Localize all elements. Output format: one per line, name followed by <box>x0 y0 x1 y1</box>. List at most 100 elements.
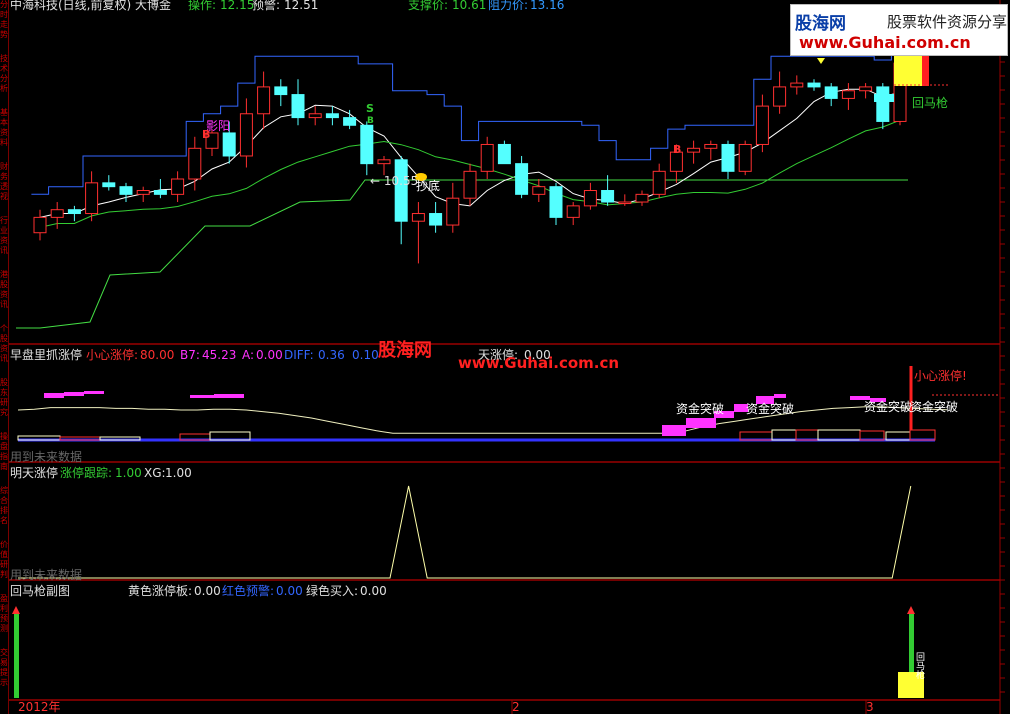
candle-body <box>704 143 718 149</box>
main-price-layer <box>16 40 950 329</box>
panel2-a-value: 0.00 <box>256 348 283 362</box>
candle-body <box>360 124 374 165</box>
candle-body <box>824 86 838 99</box>
annotation-return-spear: 回马枪 <box>912 96 949 110</box>
op-value: 12.15 <box>220 0 255 12</box>
candle-body <box>463 170 477 199</box>
candle-44 <box>790 75 804 95</box>
watermark-logo: 股海网 <box>795 14 846 34</box>
candle-31 <box>566 202 580 226</box>
panel2-layer <box>17 366 1000 442</box>
candle-24 <box>446 182 460 233</box>
panel3-layer <box>18 485 912 579</box>
panel2-white-line <box>17 406 948 434</box>
resist-value: 13.16 <box>530 0 565 12</box>
candle-body <box>136 190 150 195</box>
candle-body <box>33 216 47 234</box>
side-tab-0[interactable]: 分时走势 <box>0 0 8 54</box>
panel3-track-value: 1.00 <box>115 466 142 480</box>
panel4-red-label: 红色预警: <box>222 584 275 598</box>
candle-16 <box>308 106 322 126</box>
resist-label: 阻力价: <box>488 0 529 12</box>
candle-body <box>239 113 253 157</box>
panel2-magenta-block-1 <box>64 392 84 396</box>
side-tab-column[interactable]: 分时走势 技术分析 基本资料 财务透视 行业资讯 港股资讯 个股资讯 股东研究 操盘指南 综合排名… <box>0 0 9 714</box>
candle-32 <box>583 182 597 210</box>
side-tab-1[interactable]: 技术分析 <box>0 54 8 108</box>
down-arrow-icon <box>817 58 825 64</box>
candle-body <box>497 143 511 165</box>
panel3-signal-line <box>18 485 912 579</box>
candle-body <box>171 178 185 195</box>
chart-stage: 分时走势 技术分析 基本资料 财务透视 行业资讯 港股资讯 个股资讯 股东研究 操盘指南 综合排名… <box>0 0 1010 714</box>
annotation-buy-b1: B <box>202 128 211 141</box>
side-tab-7[interactable]: 股东研究 <box>0 378 8 432</box>
candle-47 <box>841 83 855 110</box>
candle-body <box>549 186 563 218</box>
candle-body <box>755 105 769 145</box>
annotation-sell-s2: B <box>367 116 374 126</box>
panel4-red-value: 0.00 <box>276 584 303 598</box>
candle-21 <box>394 155 408 245</box>
candle-body <box>429 213 443 226</box>
candle-body <box>876 86 890 122</box>
candle-body <box>411 213 425 222</box>
watermark-url: www.Guhai.com.cn <box>799 33 971 52</box>
candle-body <box>343 117 357 126</box>
panel2-diff-value: 0.36 <box>318 348 345 362</box>
candle-body <box>377 159 391 165</box>
side-tab-12[interactable]: 交易提示 <box>0 648 8 702</box>
side-tab-11[interactable]: 盈利预测 <box>0 594 8 648</box>
side-tab-8[interactable]: 操盘指南 <box>0 432 8 486</box>
candle-body <box>102 182 116 188</box>
candle-body <box>790 82 804 88</box>
side-tab-3[interactable]: 财务透视 <box>0 162 8 216</box>
side-tab-2[interactable]: 基本资料 <box>0 108 8 162</box>
candle-body <box>601 190 615 203</box>
side-tab-9[interactable]: 综合排名 <box>0 486 8 540</box>
panel4-name: 回马枪副图 <box>10 584 71 598</box>
panel2-diff-label: DIFF: <box>284 348 314 362</box>
candle-body <box>50 209 64 218</box>
side-tab-6[interactable]: 个股资讯 <box>0 324 8 378</box>
candle-body <box>687 147 701 153</box>
candle-body <box>721 143 735 172</box>
panel3-future-note: 用到未来数据 <box>10 568 83 582</box>
candle-12 <box>239 98 253 168</box>
side-tab-5[interactable]: 港股资讯 <box>0 270 8 324</box>
candle-43 <box>773 71 787 114</box>
annotation-fund-break-3: 资金突破 <box>864 400 913 414</box>
candle-39 <box>704 140 718 160</box>
annotation-bottom-fish: 抄底 <box>416 179 441 193</box>
annotation-careful-limit: 小心涨停! <box>914 369 967 383</box>
candle-body <box>446 197 460 226</box>
candle-6 <box>136 186 150 203</box>
candle-body <box>394 159 408 222</box>
candle-2 <box>67 205 81 222</box>
candle-15 <box>291 79 305 126</box>
panel2-magenta-block-5 <box>662 425 686 436</box>
candle-42 <box>755 94 769 153</box>
candle-body <box>274 86 288 96</box>
annotation-low-price: ← 10.55 <box>370 174 419 188</box>
candle-35 <box>635 190 649 206</box>
candle-body <box>67 209 81 215</box>
candle-36 <box>652 163 666 199</box>
support-label: 支撑价: <box>408 0 449 12</box>
side-tab-4[interactable]: 行业资讯 <box>0 216 8 270</box>
panel2-a-label: A: <box>242 348 255 362</box>
candle-body <box>635 193 649 203</box>
candle-14 <box>274 79 288 107</box>
side-tab-10[interactable]: 价值研判 <box>0 540 8 594</box>
candle-4 <box>102 175 116 191</box>
panel3-track-label: 涨停跟踪: <box>60 466 113 480</box>
candle-body <box>566 205 580 218</box>
candle-body <box>308 113 322 119</box>
candle-body <box>325 113 339 119</box>
panel4-layer <box>12 606 924 698</box>
candle-body <box>480 143 494 172</box>
candle-28 <box>515 155 529 199</box>
panel2-b7-label: B7: <box>180 348 200 362</box>
panel4-up-arrow-left <box>12 606 20 614</box>
annotation-buy-b2: B <box>673 143 682 156</box>
